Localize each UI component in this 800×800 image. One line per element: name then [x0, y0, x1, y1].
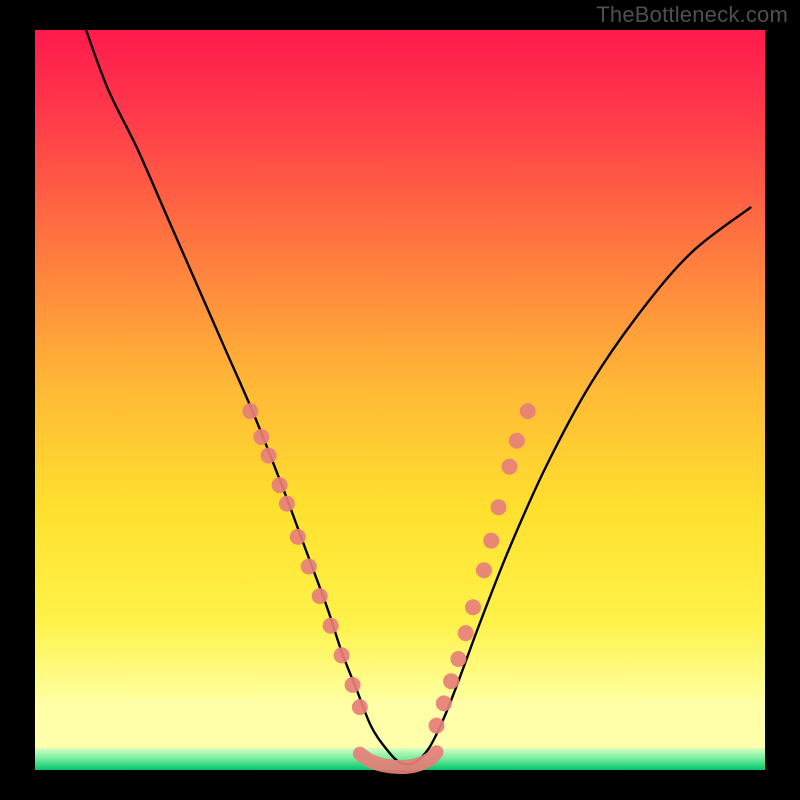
- marker-markers-right: [443, 673, 459, 689]
- chart-svg: [0, 0, 800, 800]
- marker-markers-right: [483, 533, 499, 549]
- marker-markers-left: [253, 429, 269, 445]
- marker-markers-right: [520, 403, 536, 419]
- marker-markers-right: [465, 599, 481, 615]
- marker-markers-left: [312, 588, 328, 604]
- marker-markers-right: [491, 499, 507, 515]
- marker-markers-right: [450, 651, 466, 667]
- marker-markers-left: [261, 448, 277, 464]
- marker-markers-left: [323, 618, 339, 634]
- marker-markers-left: [290, 529, 306, 545]
- marker-markers-right: [476, 562, 492, 578]
- pale-band: [35, 700, 765, 748]
- marker-markers-left: [352, 699, 368, 715]
- marker-markers-left: [279, 496, 295, 512]
- marker-markers-left: [272, 477, 288, 493]
- plot-background: [35, 30, 765, 770]
- chart-stage: TheBottleneck.com: [0, 0, 800, 800]
- marker-markers-left: [334, 647, 350, 663]
- marker-markers-right: [509, 433, 525, 449]
- marker-markers-right: [436, 695, 452, 711]
- marker-markers-left: [345, 677, 361, 693]
- marker-markers-left: [301, 559, 317, 575]
- watermark-text: TheBottleneck.com: [596, 2, 788, 28]
- marker-markers-right: [429, 718, 445, 734]
- marker-markers-left: [242, 403, 258, 419]
- marker-markers-right: [458, 625, 474, 641]
- marker-markers-right: [502, 459, 518, 475]
